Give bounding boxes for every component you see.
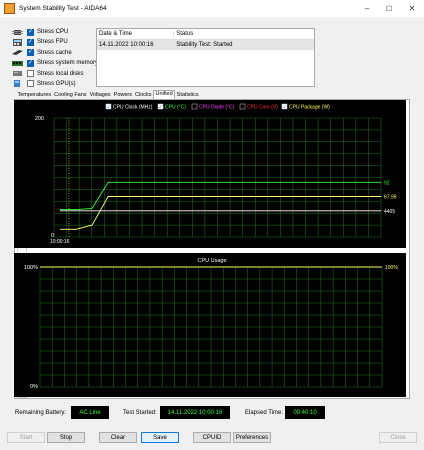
- chart-legend: ✓ CPU Clock (MHz) ✓ CPU (°C) CPU Diode (°C) C…: [105, 103, 330, 111]
- series-end-label: 4405: [384, 209, 395, 215]
- stress-gpu-label: Stress GPU(s): [37, 80, 76, 87]
- legend-label: CPU Clock (MHz): [113, 105, 153, 111]
- tab-strip: Temperatures Cooling Fans Voltages Power…: [16, 90, 200, 99]
- stress-cache-label: Stress cache: [37, 49, 72, 56]
- close-button[interactable]: Close: [379, 432, 417, 443]
- aida64-app-icon: [4, 3, 15, 14]
- remaining-battery-label: Remaining Battery:: [15, 410, 67, 416]
- series-end-label: 67.99: [384, 195, 397, 201]
- tab-statistics[interactable]: Statistics: [175, 92, 200, 99]
- minimize-button[interactable]: –: [356, 0, 378, 17]
- start-button[interactable]: Start: [7, 432, 45, 443]
- tab-clocks[interactable]: Clocks: [134, 92, 154, 99]
- stress-memory-label: Stress system memory: [37, 60, 99, 67]
- stress-cpu-label: Stress CPU: [37, 29, 69, 35]
- legend-label: CPU Core (V): [247, 105, 278, 111]
- tab-voltages[interactable]: Voltages: [88, 92, 112, 99]
- cache-icon: [12, 50, 23, 56]
- stress-disks-option[interactable]: Stress local disks: [12, 69, 98, 79]
- stress-memory-option[interactable]: ✓ Stress system memory: [12, 58, 98, 68]
- stress-gpu-checkbox[interactable]: [27, 80, 34, 88]
- stress-fpu-option[interactable]: ✓ Stress FPU: [12, 37, 98, 47]
- y-axis-max-label: 100%: [24, 265, 38, 271]
- status-table-header: Date & Time Status: [97, 29, 314, 40]
- maximize-button[interactable]: ☐: [378, 0, 400, 17]
- stress-cache-option[interactable]: ✓ Stress cache: [12, 48, 98, 58]
- stop-button[interactable]: Stop: [47, 432, 85, 443]
- remaining-battery-value: AC Line: [71, 406, 109, 419]
- elapsed-time-label: Elapsed Time:: [245, 410, 284, 416]
- table-row[interactable]: 14.11.2022 10:00:16 Stability Test: Star…: [97, 40, 314, 50]
- stress-cpu-checkbox[interactable]: ✓: [27, 28, 34, 36]
- save-button[interactable]: Save: [141, 432, 179, 443]
- date-time-column-header[interactable]: Date & Time: [97, 31, 173, 37]
- date-time-cell: 14.11.2022 10:00:16: [99, 42, 154, 48]
- cpu-icon: [12, 29, 23, 35]
- fpu-icon: [13, 38, 22, 46]
- tab-cooling-fans[interactable]: Cooling Fans: [53, 92, 88, 99]
- stress-cache-checkbox[interactable]: ✓: [27, 49, 34, 57]
- status-column-header[interactable]: Status: [173, 31, 314, 37]
- status-log-table[interactable]: Date & Time Status 14.11.2022 10:00:16 S…: [96, 28, 315, 87]
- stress-gpu-option[interactable]: Stress GPU(s): [12, 79, 98, 89]
- window-title: System Stability Test - AIDA64: [19, 5, 107, 12]
- cpuid-button[interactable]: CPUID: [193, 432, 231, 443]
- series-end-label: 100%: [385, 265, 398, 271]
- stress-fpu-label: Stress FPU: [37, 39, 68, 46]
- stress-disks-label: Stress local disks: [37, 70, 84, 77]
- preferences-button[interactable]: Preferences: [233, 432, 271, 443]
- elapsed-time-value: 00:40:10: [285, 406, 325, 419]
- test-started-value: 14.11.2022 10:00:16: [160, 406, 230, 419]
- legend-checkbox[interactable]: [239, 103, 246, 110]
- chart-end-labels: 100%: [385, 265, 398, 271]
- legend-label: CPU Package (W): [289, 105, 330, 111]
- tab-temperatures[interactable]: Temperatures: [16, 92, 53, 99]
- tab-unified[interactable]: Unified: [153, 90, 176, 99]
- memory-icon: [12, 60, 23, 66]
- stress-cpu-option[interactable]: ✓ Stress CPU: [12, 27, 98, 37]
- series-end-label: 92: [384, 180, 390, 186]
- stress-memory-checkbox[interactable]: ✓: [27, 59, 34, 67]
- cpu-usage-chart: CPU Usage 100% 0% 100%: [14, 253, 406, 397]
- legend-check-mark: ✓: [159, 105, 163, 111]
- stress-options: ✓ Stress CPU ✓ Stress FPU ✓ Stress cache…: [12, 27, 98, 89]
- legend-check-mark: ✓: [107, 105, 111, 111]
- x-axis-start-label: 10:00:16: [50, 239, 70, 245]
- status-cell: Stability Test: Started: [173, 42, 314, 48]
- unified-sensor-chart: ✓ CPU Clock (MHz) ✓ CPU (°C) CPU Diode (°C) C…: [14, 100, 406, 248]
- y-axis-max-label: 200: [35, 116, 44, 122]
- stress-disks-checkbox[interactable]: [27, 70, 34, 78]
- gpu-icon: [14, 80, 20, 88]
- clear-button[interactable]: Clear: [99, 432, 137, 443]
- legend-check-mark: ✓: [283, 105, 287, 111]
- legend-label: CPU Diode (°C): [199, 105, 235, 111]
- cpu-usage-title: CPU Usage: [197, 258, 226, 264]
- y-axis-min-label: 0%: [30, 384, 38, 390]
- close-window-button[interactable]: ✕: [401, 0, 423, 17]
- test-started-label: Test Started:: [123, 410, 157, 416]
- legend-label: CPU (°C): [165, 105, 186, 111]
- tab-powers[interactable]: Powers: [112, 92, 133, 99]
- title-bar: System Stability Test - AIDA64 – ☐ ✕: [0, 0, 424, 17]
- legend-checkbox[interactable]: [191, 103, 198, 110]
- stress-fpu-checkbox[interactable]: ✓: [27, 38, 34, 46]
- disk-icon: [13, 71, 22, 77]
